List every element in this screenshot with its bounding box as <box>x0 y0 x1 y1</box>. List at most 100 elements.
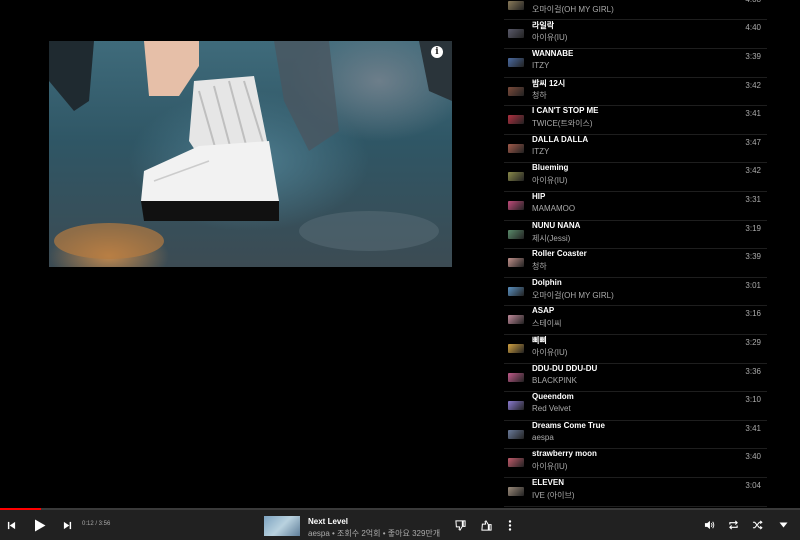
play-icon <box>35 519 46 531</box>
playlist-item[interactable]: Dolphin 오마이걸(OH MY GIRL) 3:01 <box>504 278 767 307</box>
playlist-item-artist: TWICE(트와이스) <box>532 119 593 129</box>
next-icon <box>63 521 71 529</box>
playlist-item-artist: 아이유(IU) <box>532 348 568 357</box>
playlist-item-artist: 청하 <box>532 262 547 272</box>
playlist-item-artist: MAMAMOO <box>532 204 576 213</box>
playlist-item[interactable]: WANNABE ITZY 3:39 <box>504 49 767 78</box>
now-playing-subtitle[interactable]: aespa • 조회수 2억회 • 좋아요 329만개 <box>308 528 440 539</box>
playlist-item-duration: 3:19 <box>745 223 761 233</box>
playlist-item-title: 라일락 <box>532 21 555 31</box>
playlist-item[interactable]: strawberry moon 아이유(IU) 3:40 <box>504 449 767 478</box>
playlist-item-title: Dun Dun Dance <box>532 0 592 1</box>
playlist-item-artist: 아이유(IU) <box>532 33 568 43</box>
volume-button[interactable] <box>700 510 718 540</box>
expand-icon <box>779 522 787 528</box>
playlist-item-artist: 청하 <box>532 90 547 100</box>
playlist-item-title: Blueming <box>532 163 569 173</box>
playlist-item-thumbnail <box>508 86 524 96</box>
now-playing-title[interactable]: Next Level <box>308 517 348 526</box>
playlist-item-title: ELEVEN <box>532 478 565 487</box>
playlist-item-duration: 3:16 <box>745 309 761 319</box>
repeat-button[interactable] <box>724 510 742 540</box>
like-icon <box>480 519 492 531</box>
playlist-item-artist: aespa <box>532 432 554 442</box>
playlist-item-title: 밤씨 12시 <box>532 78 566 88</box>
playlist-item-thumbnail <box>508 29 524 39</box>
playlist-item[interactable]: DDU-DU DDU-DU BLACKPINK 3:36 <box>504 364 767 393</box>
playlist-item-artist: IVE (아이브) <box>532 491 575 500</box>
playlist-item-title: Dolphin <box>532 277 562 287</box>
like-button[interactable] <box>478 510 494 540</box>
playlist-item-thumbnail <box>508 372 524 382</box>
expand-button[interactable] <box>775 510 791 540</box>
playlist-item-title: DDU-DU DDU-DU <box>532 363 598 373</box>
dislike-button[interactable] <box>452 510 468 540</box>
playlist-item-title: strawberry moon <box>532 449 597 459</box>
playlist-item[interactable]: I CAN'T STOP ME TWICE(트와이스) 3:41 <box>504 106 767 135</box>
playlist-item-title: ASAP <box>532 306 555 316</box>
time-display: 0:12 / 3:56 <box>82 521 111 527</box>
playlist-item-title: Dreams Come True <box>532 420 605 430</box>
playlist-item-thumbnail <box>508 58 524 67</box>
playlist-item[interactable]: ASAP 스테이씨 3:16 <box>504 306 767 335</box>
playlist-item-thumbnail <box>508 487 524 496</box>
shuffle-icon <box>752 520 763 530</box>
playlist-item-duration: 3:39 <box>745 252 761 262</box>
playlist-item-title: I CAN'T STOP ME <box>532 106 599 116</box>
playlist-item-duration: 3:40 <box>745 452 761 462</box>
playlist-item-title: NUNU NANA <box>532 220 581 230</box>
playlist-item-artist: 스테이씨 <box>532 319 562 329</box>
playlist-item-title: Queendom <box>532 392 574 402</box>
repeat-icon <box>728 520 738 530</box>
playlist-item-thumbnail <box>508 429 524 439</box>
playlist-item[interactable]: 삐삐 아이유(IU) 3:29 <box>504 335 767 364</box>
playlist-item-duration: 3:42 <box>745 80 761 90</box>
now-playing-thumbnail[interactable] <box>264 516 300 536</box>
playlist-item-thumbnail <box>508 286 524 296</box>
playlist-item[interactable]: NUNU NANA 제시(Jessi) 3:19 <box>504 221 767 250</box>
playlist-item-duration: 3:42 <box>745 166 761 176</box>
playlist-item-duration: 4:40 <box>745 23 761 33</box>
player-bar: 0:12 / 3:56 Next Level aespa • 조회수 2억회 •… <box>0 510 800 540</box>
playlist-item-duration: 3:29 <box>745 338 761 347</box>
shuffle-button[interactable] <box>748 510 766 540</box>
playlist-item-duration: 3:39 <box>745 52 761 61</box>
playlist-item[interactable]: Dun Dun Dance 오마이걸(OH MY GIRL) 4:08 <box>504 0 767 21</box>
playlist-item-artist: Red Velvet <box>532 404 571 414</box>
playlist-item-duration: 3:10 <box>745 395 761 405</box>
playlist-item-duration: 3:01 <box>745 280 761 290</box>
playlist-item-artist: 아이유(IU) <box>532 462 568 472</box>
playlist-item[interactable]: Dreams Come True aespa 3:41 <box>504 421 767 450</box>
playlist-item-duration: 3:41 <box>745 109 761 119</box>
playlist-item[interactable]: Roller Coaster 청하 3:39 <box>504 249 767 278</box>
more-button[interactable] <box>503 510 517 540</box>
playlist-item-artist: 아이유(IU) <box>532 176 568 186</box>
playlist-item-thumbnail <box>508 315 524 325</box>
playlist-item[interactable]: Blueming 아이유(IU) 3:42 <box>504 163 767 192</box>
previous-button[interactable] <box>2 510 20 540</box>
playlist-item[interactable]: HIP MAMAMOO 3:31 <box>504 192 767 221</box>
playlist-item-title: HIP <box>532 192 546 201</box>
info-icon[interactable]: i <box>431 46 443 58</box>
playlist-item-duration: 3:47 <box>745 137 761 147</box>
playlist-item-artist: 제시(Jessi) <box>532 233 571 243</box>
next-button[interactable] <box>58 510 76 540</box>
playlist-item-duration: 3:31 <box>745 195 761 204</box>
video-frame[interactable]: i <box>49 41 452 267</box>
playlist-item-thumbnail <box>508 258 524 268</box>
playlist-item[interactable]: 밤씨 12시청하 3:42 <box>504 78 767 107</box>
playlist-item-thumbnail <box>508 143 524 153</box>
playlist-item[interactable]: Queendom Red Velvet 3:10 <box>504 392 767 421</box>
playlist-item-thumbnail <box>508 0 524 10</box>
volume-icon <box>704 520 714 530</box>
playlist-item[interactable]: 라일락아이유(IU) 4:40 <box>504 20 767 49</box>
playlist-item-thumbnail <box>508 401 524 411</box>
playlist-item-artist: ITZY <box>532 146 550 156</box>
play-button[interactable] <box>28 510 52 540</box>
playlist-item-thumbnail <box>508 115 524 125</box>
dislike-icon <box>454 519 466 531</box>
playlist-item[interactable]: DALLA DALLA ITZY 3:47 <box>504 135 767 164</box>
playlist-item-thumbnail <box>508 201 524 210</box>
playlist-item[interactable]: ELEVEN IVE (아이브) 3:04 <box>504 478 767 507</box>
playlist-item-thumbnail <box>508 458 524 468</box>
